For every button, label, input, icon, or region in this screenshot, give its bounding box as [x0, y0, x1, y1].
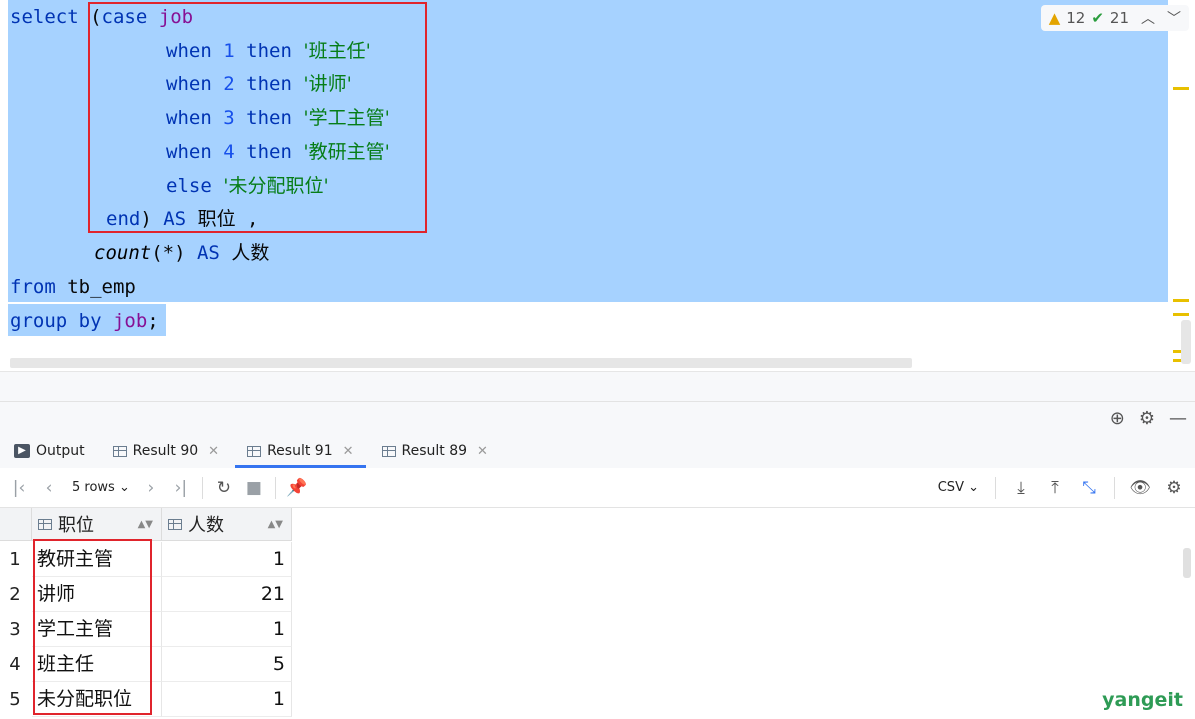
select-keyword: select: [10, 6, 79, 28]
first-page-icon[interactable]: |‹: [4, 478, 34, 498]
tab-result-90[interactable]: Result 90 ✕: [99, 434, 233, 468]
last-page-icon[interactable]: ›|: [166, 478, 196, 498]
editor-horizontal-scrollbar[interactable]: [10, 358, 912, 368]
case-highlight-box: [88, 2, 427, 233]
tab-result-89[interactable]: Result 89 ✕: [368, 434, 502, 468]
grid-icon: [247, 445, 262, 457]
grid-vertical-scrollbar[interactable]: [1183, 548, 1191, 578]
code-line-count: count(*) AS 人数: [94, 242, 270, 264]
chevron-down-icon[interactable]: ﹀: [1167, 8, 1181, 28]
view-icon[interactable]: 👁: [1125, 478, 1155, 498]
previous-page-icon[interactable]: ‹: [34, 478, 64, 498]
result-toolbar: |‹ ‹ 5 rows ⌄ › ›| ↻ ■ 📌 CSV ⌄ ⤓ ⤒ ⤡ 👁 ⚙: [0, 468, 1195, 508]
inspection-widget[interactable]: ▲ 12 ✔ 21 ︿ ﹀: [1040, 5, 1189, 31]
row-number-header: [0, 508, 32, 541]
panel-divider[interactable]: [0, 371, 1195, 402]
column-header-count[interactable]: 人数 ▲▼: [162, 508, 292, 541]
row-number: 2: [0, 577, 30, 612]
watermark-logo: yangeit: [1102, 689, 1183, 711]
result-tabs: ▶ Output Result 90 ✕ Result 91 ✕ Result …: [0, 434, 1195, 469]
grid-icon: [112, 445, 127, 457]
stop-icon[interactable]: ■: [239, 478, 269, 498]
column-icon: [38, 518, 52, 530]
tab-result-91[interactable]: Result 91 ✕: [233, 434, 367, 468]
sort-icon[interactable]: ▲▼: [268, 519, 283, 530]
download-icon[interactable]: ⤓: [1006, 478, 1036, 498]
weak-warning-count: 21: [1109, 9, 1129, 27]
column-header-job[interactable]: 职位 ▲▼: [32, 508, 162, 541]
services-panel-header: ⊕ ⚙ —: [0, 401, 1195, 435]
pin-icon[interactable]: 📌: [282, 478, 312, 498]
error-stripe-mark[interactable]: [1173, 313, 1189, 316]
upload-icon[interactable]: ⤒: [1040, 478, 1070, 498]
cell-count[interactable]: 1: [162, 612, 292, 647]
code-line-group-by: group by job;: [10, 310, 159, 332]
row-number: 5: [0, 682, 30, 717]
target-icon[interactable]: ⊕: [1110, 408, 1125, 429]
minimize-icon[interactable]: —: [1169, 408, 1187, 429]
sql-editor[interactable]: select (case job when 1 then '班主任' when …: [0, 0, 1195, 371]
cell-count[interactable]: 21: [162, 577, 292, 612]
grid-icon: [381, 445, 396, 457]
code-line-from: from tb_emp: [10, 276, 136, 298]
output-icon: ▶: [14, 444, 30, 458]
row-number: 3: [0, 612, 30, 647]
check-icon: ✔: [1091, 9, 1104, 27]
result-grid[interactable]: 职位 ▲▼ 人数 ▲▼ 1 教研主管 1 2 讲师 21 3 学工主管 1 4 …: [0, 508, 1195, 719]
column-icon: [168, 518, 182, 530]
chevron-up-icon[interactable]: ︿: [1141, 8, 1155, 28]
cell-count[interactable]: 1: [162, 682, 292, 717]
settings-icon[interactable]: ⚙: [1139, 408, 1155, 429]
tab-output[interactable]: ▶ Output: [0, 434, 99, 468]
sort-icon[interactable]: ▲▼: [138, 519, 153, 530]
error-stripe-mark[interactable]: [1173, 299, 1189, 302]
row-number: 4: [0, 647, 30, 682]
compare-icon[interactable]: ⤡: [1074, 478, 1104, 498]
cell-count[interactable]: 5: [162, 647, 292, 682]
cell-count[interactable]: 1: [162, 542, 292, 577]
row-count-dropdown[interactable]: 5 rows ⌄: [64, 480, 136, 495]
row-number: 1: [0, 542, 30, 577]
next-page-icon[interactable]: ›: [136, 478, 166, 498]
editor-vertical-scrollbar[interactable]: [1181, 320, 1191, 364]
error-stripe-mark[interactable]: [1173, 87, 1189, 90]
warning-count: 12: [1066, 9, 1086, 27]
reload-icon[interactable]: ↻: [209, 478, 239, 498]
warning-icon: ▲: [1048, 9, 1061, 27]
close-icon[interactable]: ✕: [343, 444, 354, 459]
close-icon[interactable]: ✕: [208, 444, 219, 459]
settings-icon[interactable]: ⚙: [1159, 478, 1189, 498]
close-icon[interactable]: ✕: [477, 444, 488, 459]
job-values-highlight-box: [33, 539, 152, 715]
export-format-dropdown[interactable]: CSV ⌄: [930, 480, 985, 495]
